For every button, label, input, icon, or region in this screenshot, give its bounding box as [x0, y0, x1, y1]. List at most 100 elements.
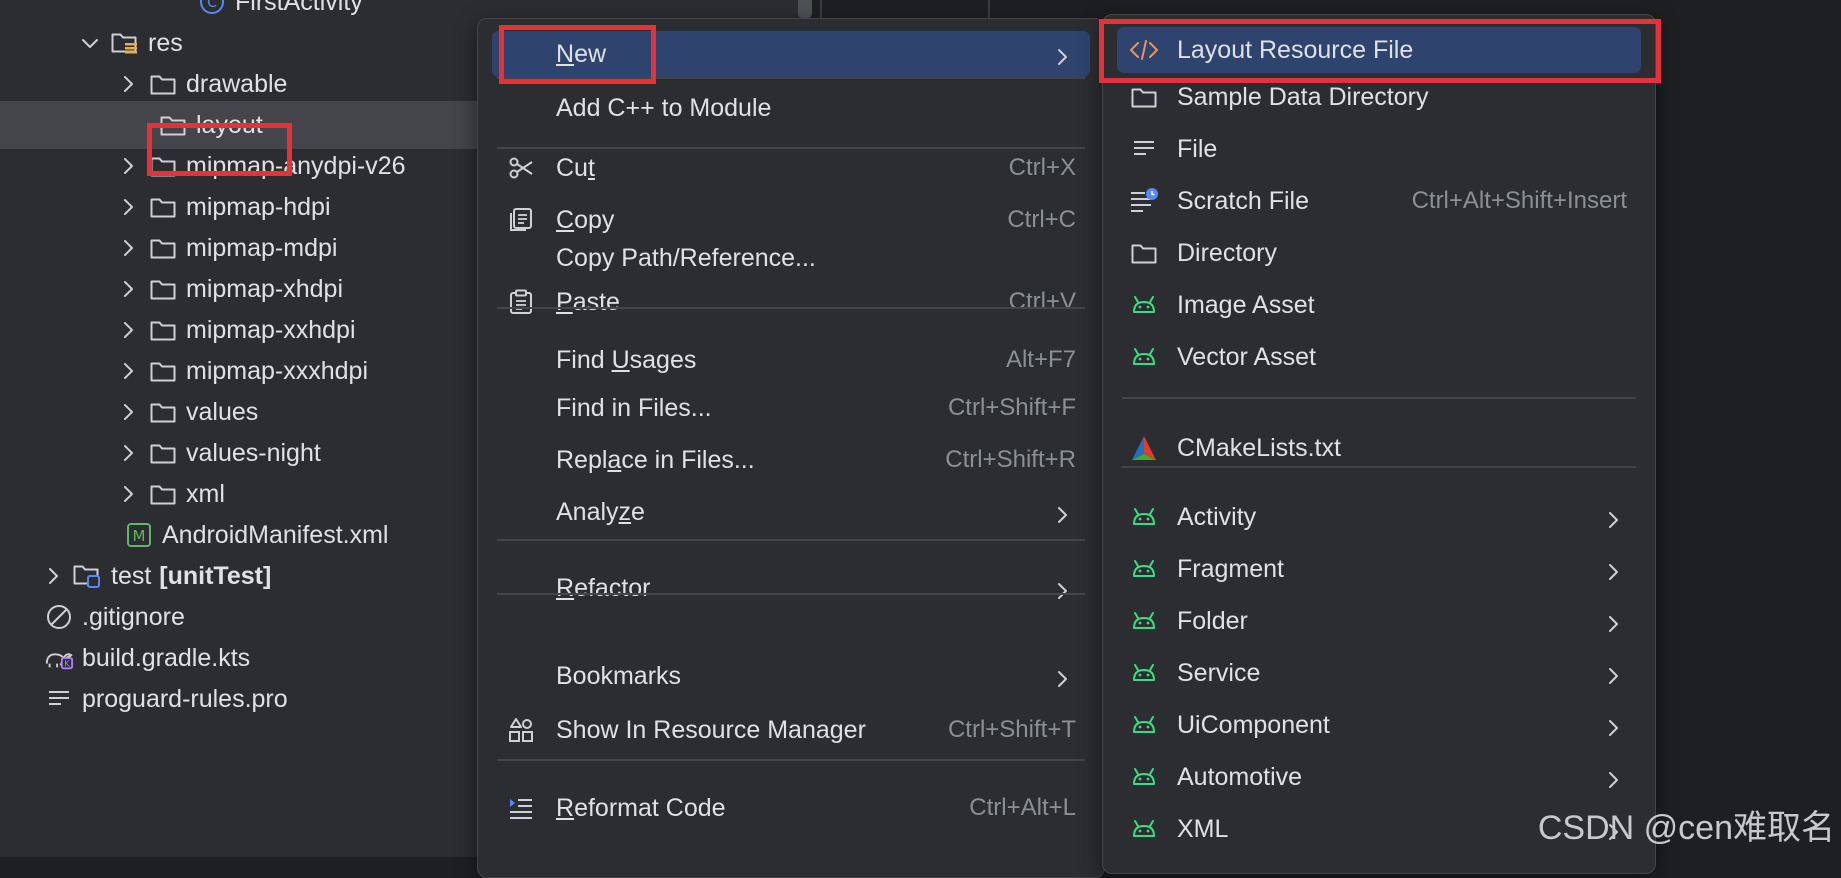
tree-item-content: drawable	[118, 69, 287, 99]
menu-item-label: Folder	[1177, 606, 1248, 635]
menu-item-label: Copy Path/Reference...	[556, 243, 816, 272]
menu-item-label: CMakeLists.txt	[1177, 433, 1341, 462]
menu-item-cut[interactable]: Cut Ctrl+X	[492, 145, 1090, 191]
chevron-right-icon[interactable]	[118, 156, 138, 176]
folder-icon	[158, 110, 188, 140]
menu-item-refactor[interactable]: Refactor	[492, 565, 1090, 611]
tree-item-content: C FirstActivity	[197, 0, 363, 17]
folder-icon	[148, 479, 178, 509]
folder-icon	[148, 233, 178, 263]
menu-item-find-usages[interactable]: Find Usages Alt+F7	[492, 337, 1090, 383]
menu-item-label: Paste	[556, 287, 620, 316]
menu-item-image-asset[interactable]: Image Asset	[1117, 282, 1641, 328]
tree-item-content: Kbuild.gradle.kts	[44, 643, 250, 673]
menu-item-analyze[interactable]: Analyze	[492, 489, 1090, 535]
reformat-icon	[506, 793, 536, 823]
menu-item-vector-asset[interactable]: Vector Asset	[1117, 334, 1641, 380]
tree-item-content: mipmap-anydpi-v26	[118, 151, 406, 181]
android-icon	[1129, 290, 1159, 320]
chevron-right-icon	[1607, 663, 1623, 684]
editor-divider	[820, 0, 822, 18]
tree-item-content: proguard-rules.pro	[44, 684, 288, 714]
chevron-right-icon[interactable]	[118, 443, 138, 463]
resource-folder-icon	[110, 28, 140, 58]
menu-item-service[interactable]: Service	[1117, 650, 1641, 696]
layout-file-icon	[1129, 35, 1159, 65]
tree-item-content: test [unitTest]	[43, 561, 271, 591]
chevron-right-icon[interactable]	[118, 238, 138, 258]
folder-icon	[148, 192, 178, 222]
shortcut-hint: Ctrl+Shift+T	[947, 716, 1076, 743]
tree-item-content: values	[118, 397, 258, 427]
svg-text:K: K	[64, 658, 70, 668]
chevron-right-icon[interactable]	[118, 279, 138, 299]
menu-item-uicomponent[interactable]: UiComponent	[1117, 702, 1641, 748]
menu-item-label: Refactor	[556, 573, 651, 602]
tree-item-label: proguard-rules.pro	[82, 684, 288, 713]
tree-item-label: build.gradle.kts	[82, 643, 251, 672]
android-icon	[1129, 342, 1159, 372]
test-folder-icon	[73, 561, 103, 591]
chevron-right-icon	[1607, 715, 1623, 736]
menu-item-label: Cut	[556, 153, 595, 182]
menu-item-fragment[interactable]: Fragment	[1117, 546, 1641, 592]
menu-item-label: Sample Data Directory	[1177, 82, 1429, 111]
menu-item-cmakelists-txt[interactable]: CMakeLists.txt	[1117, 425, 1641, 471]
chevron-right-icon[interactable]	[118, 361, 138, 381]
tree-item-content: values-night	[118, 438, 321, 468]
menu-item-label: Add C++ to Module	[556, 93, 772, 122]
tree-item-label: drawable	[186, 69, 288, 98]
chevron-down-icon[interactable]	[80, 33, 100, 53]
new-submenu: Layout Resource File Sample Data Director…	[1102, 14, 1656, 874]
menu-item-label: Analyze	[556, 497, 645, 526]
menu-item-add-c-to-module[interactable]: Add C++ to Module	[492, 85, 1090, 131]
menu-item-label: Reformat Code	[556, 793, 726, 822]
menu-item-sample-data-directory[interactable]: Sample Data Directory	[1117, 74, 1641, 120]
chevron-right-icon[interactable]	[118, 197, 138, 217]
menu-item-file[interactable]: File	[1117, 126, 1641, 172]
menu-separator	[497, 539, 1085, 541]
menu-separator	[497, 307, 1085, 309]
menu-item-scratch-file[interactable]: Scratch File Ctrl+Alt+Shift+Insert	[1117, 178, 1641, 224]
folder-icon	[148, 69, 178, 99]
folder-icon	[1129, 238, 1159, 268]
menu-item-label: Automotive	[1177, 762, 1303, 791]
shortcut-hint: Ctrl+Shift+R	[945, 446, 1076, 473]
menu-item-folder[interactable]: Folder	[1117, 598, 1641, 644]
gradle-icon: K	[44, 643, 74, 673]
chevron-right-icon[interactable]	[118, 74, 138, 94]
folder-icon	[148, 274, 178, 304]
menu-item-layout-resource-file[interactable]: Layout Resource File	[1117, 27, 1641, 73]
menu-item-show-in-resource-manager[interactable]: Show In Resource Manager Ctrl+Shift+T	[492, 707, 1090, 753]
resource-manager-icon	[506, 715, 536, 745]
menu-separator	[497, 593, 1085, 595]
menu-item-bookmarks[interactable]: Bookmarks	[492, 653, 1090, 699]
menu-item-new[interactable]: New	[492, 31, 1090, 77]
android-icon	[1129, 554, 1159, 584]
menu-item-label: Activity	[1177, 502, 1257, 531]
menu-item-replace-in-files[interactable]: Replace in Files... Ctrl+Shift+R	[492, 437, 1090, 483]
menu-item-label: Image Asset	[1177, 290, 1315, 319]
tree-item-label: AndroidManifest.xml	[162, 520, 389, 549]
chevron-right-icon[interactable]	[118, 320, 138, 340]
menu-item-activity[interactable]: Activity	[1117, 494, 1641, 540]
chevron-right-icon	[1056, 666, 1072, 687]
tree-item-content: mipmap-xhdpi	[118, 274, 343, 304]
cmake-icon	[1129, 433, 1159, 463]
chevron-right-icon[interactable]	[118, 484, 138, 504]
menu-item-directory[interactable]: Directory	[1117, 230, 1641, 276]
tree-item-label: values	[186, 397, 259, 426]
tree-scrollbar[interactable]	[798, 0, 812, 18]
shortcut-hint: Ctrl+X	[1008, 154, 1076, 181]
menu-item-reformat-code[interactable]: Reformat Code Ctrl+Alt+L	[492, 785, 1090, 831]
tree-item-label: res	[148, 28, 183, 57]
menu-item-copy-path-reference[interactable]: Copy Path/Reference...	[492, 235, 1090, 281]
tree-item-label: FirstActivity	[235, 0, 363, 16]
chevron-right-icon	[1607, 507, 1623, 528]
menu-item-paste[interactable]: Paste Ctrl+V	[492, 279, 1090, 325]
menu-item-automotive[interactable]: Automotive	[1117, 754, 1641, 800]
chevron-right-icon[interactable]	[43, 566, 63, 586]
chevron-right-icon[interactable]	[118, 402, 138, 422]
chevron-right-icon	[1607, 767, 1623, 788]
menu-item-find-in-files[interactable]: Find in Files... Ctrl+Shift+F	[492, 385, 1090, 431]
